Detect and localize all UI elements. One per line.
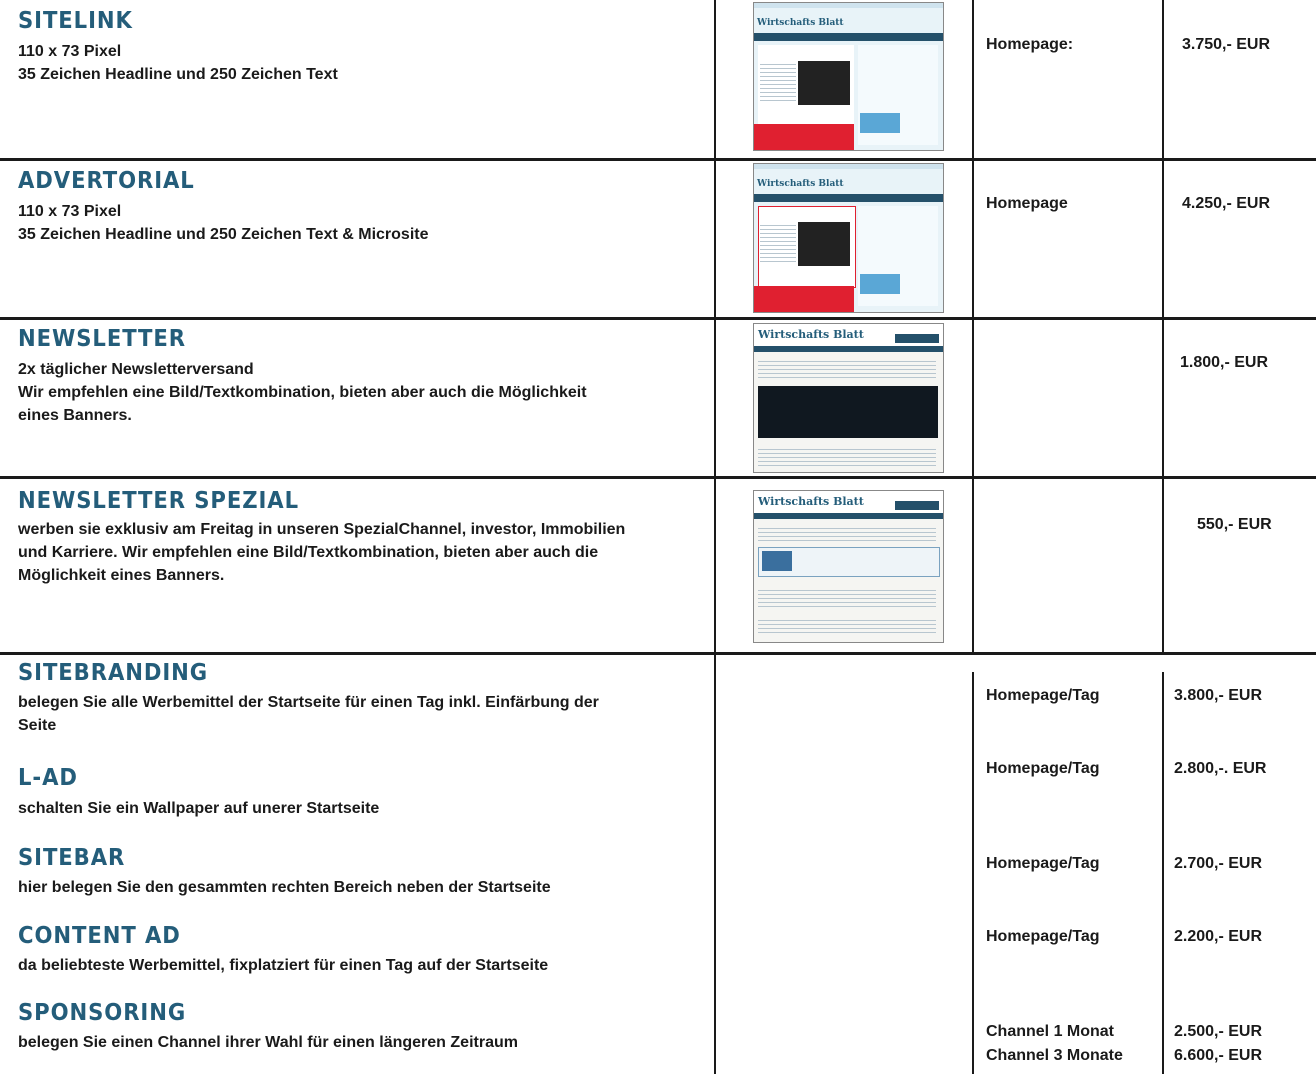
placement-label: Homepage/Tag — [986, 855, 1100, 872]
section-description: belegen Sie einen Channel ihrer Wahl für… — [18, 1034, 518, 1051]
price: 1.800,- EUR — [1180, 354, 1269, 371]
section-description: da beliebteste Werbemittel, fixplatziert… — [18, 957, 549, 974]
section-title: NEWSLETTER SPEZIAL — [18, 488, 299, 514]
section-title: NEWSLETTER — [18, 326, 186, 352]
column-divider — [1162, 0, 1164, 652]
section-description: 110 x 73 Pixel 35 Zeichen Headline und 2… — [18, 203, 429, 243]
section-description: schalten Sie ein Wallpaper auf unerer St… — [18, 800, 380, 817]
section-title: SITEBAR — [18, 845, 126, 871]
price: 6.600,- EUR — [1174, 1047, 1263, 1064]
price: 550,- EUR — [1197, 516, 1272, 533]
row-divider — [0, 158, 1316, 161]
homepage-screenshot: Wirtschafts Blatt — [753, 2, 944, 151]
newsletter-screenshot: Wirtschafts Blatt — [753, 323, 944, 473]
placement-label: Homepage/Tag — [986, 687, 1100, 704]
homepage-advertorial-screenshot: Wirtschafts Blatt — [753, 163, 944, 313]
price: 4.250,- EUR — [1182, 195, 1271, 212]
section-title: SITEBRANDING — [18, 660, 209, 686]
section-description: belegen Sie alle Werbemittel der Startse… — [18, 694, 599, 734]
price: 2.200,- EUR — [1174, 928, 1263, 945]
column-divider — [972, 672, 974, 1074]
placement-label: Homepage: — [986, 36, 1074, 53]
section-title: SITELINK — [18, 8, 133, 34]
newsletter-spezial-screenshot: Wirtschafts Blatt — [753, 490, 944, 643]
placement-label: Homepage/Tag — [986, 928, 1100, 945]
placement-label: Homepage — [986, 195, 1068, 212]
section-description: hier belegen Sie den gesammten rechten B… — [18, 879, 551, 896]
row-divider — [0, 476, 1316, 479]
placement-label: Channel 1 Monat — [986, 1023, 1115, 1040]
price: 2.800,-. EUR — [1174, 760, 1267, 777]
section-title: CONTENT AD — [18, 923, 181, 949]
section-title: L-AD — [18, 765, 78, 791]
placement-label: Channel 3 Monate — [986, 1047, 1123, 1064]
section-title: ADVERTORIAL — [18, 168, 195, 194]
price: 2.700,- EUR — [1174, 855, 1263, 872]
placement-label: Homepage/Tag — [986, 760, 1100, 777]
row-divider — [0, 652, 1316, 655]
row-divider — [0, 317, 1316, 320]
section-title: SPONSORING — [18, 1000, 187, 1026]
price: 2.500,- EUR — [1174, 1023, 1263, 1040]
price: 3.750,- EUR — [1182, 36, 1271, 53]
column-divider — [1162, 672, 1164, 1074]
column-divider — [972, 0, 974, 652]
section-description: 2x täglicher Newsletterversand Wir empfe… — [18, 361, 587, 424]
price: 3.800,- EUR — [1174, 687, 1263, 704]
section-description: 110 x 73 Pixel 35 Zeichen Headline und 2… — [18, 43, 338, 83]
column-divider — [714, 0, 716, 1074]
section-description: werben sie exklusiv am Freitag in unsere… — [18, 521, 626, 584]
